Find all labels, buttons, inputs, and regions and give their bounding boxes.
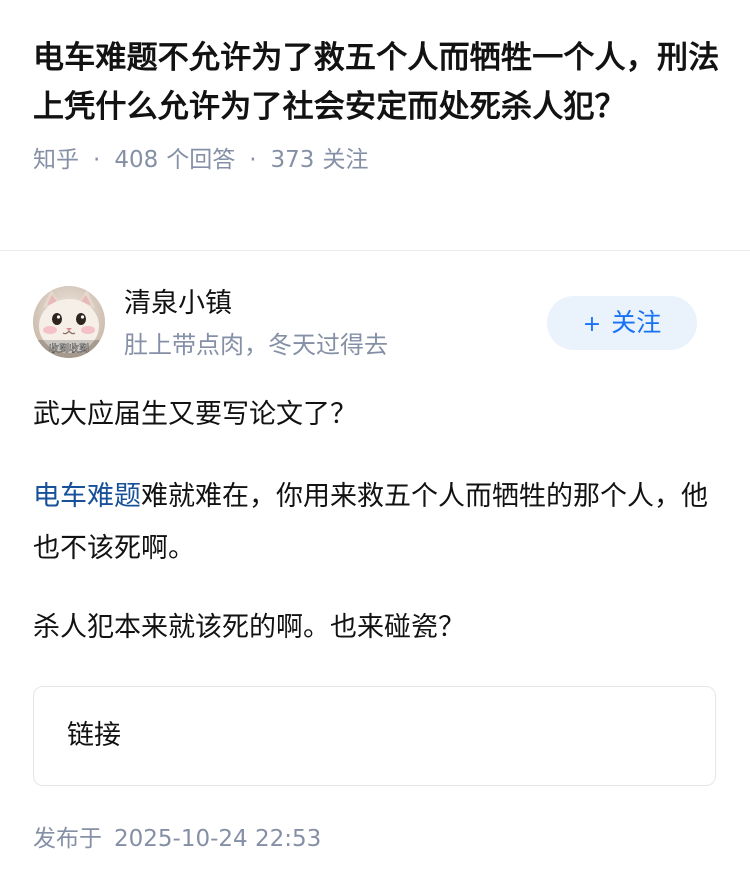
answer-paragraph: 武大应届生又要写论文了？ (33, 399, 357, 430)
section-divider (0, 250, 750, 251)
answer-paragraph: 杀人犯本来就该死的啊。也来碰瓷？ (33, 612, 465, 643)
question-header: 电车难题不允许为了救五个人而牺牲一个人，刑法上凭什么允许为了社会安定而处死杀人犯… (33, 34, 723, 176)
plus-icon: + (582, 312, 602, 337)
follower-count-label: 关注 (322, 147, 369, 173)
cat-avatar-icon: 收到收到 (33, 286, 105, 358)
author-name[interactable]: 清泉小镇 (124, 286, 232, 322)
answer-count: 408 (114, 147, 159, 173)
separator-dot: · (93, 147, 101, 173)
link-card-label: 链接 (67, 720, 121, 751)
question-meta: 知乎 · 408 个回答 · 373 关注 (33, 144, 723, 176)
published-time: 2025-10-24 22:53 (114, 826, 322, 852)
follow-button[interactable]: + 关注 (547, 296, 697, 350)
question-title[interactable]: 电车难题不允许为了救五个人而牺牲一个人，刑法上凭什么允许为了社会安定而处死杀人犯… (33, 34, 723, 132)
answer-content: 武大应届生又要写论文了？ 电车难题难就难在，你用来救五个人而牺牲的那个人，他也不… (33, 389, 718, 681)
separator-dot: · (249, 147, 257, 173)
follow-label: 关注 (611, 308, 662, 337)
author-bio: 肚上带点肉，冬天过得去 (124, 331, 388, 359)
publish-info: 发布于 2025-10-24 22:53 (33, 822, 321, 856)
answer-paragraph: 电车难题难就难在，你用来救五个人而牺牲的那个人，他也不该死啊。 (33, 471, 718, 575)
author-info: 收到收到 清泉小镇 肚上带点肉，冬天过得去 + 关注 (33, 286, 718, 366)
topic-link-trolley-problem[interactable]: 电车难题 (33, 481, 141, 512)
follower-count: 373 (270, 147, 315, 173)
answer-count-label: 个回答 (166, 147, 236, 173)
avatar[interactable]: 收到收到 (33, 286, 105, 358)
link-card[interactable]: 链接 (33, 686, 716, 786)
published-label: 发布于 (33, 826, 102, 852)
avatar-caption: 收到收到 (49, 342, 89, 355)
source-label[interactable]: 知乎 (33, 144, 79, 176)
